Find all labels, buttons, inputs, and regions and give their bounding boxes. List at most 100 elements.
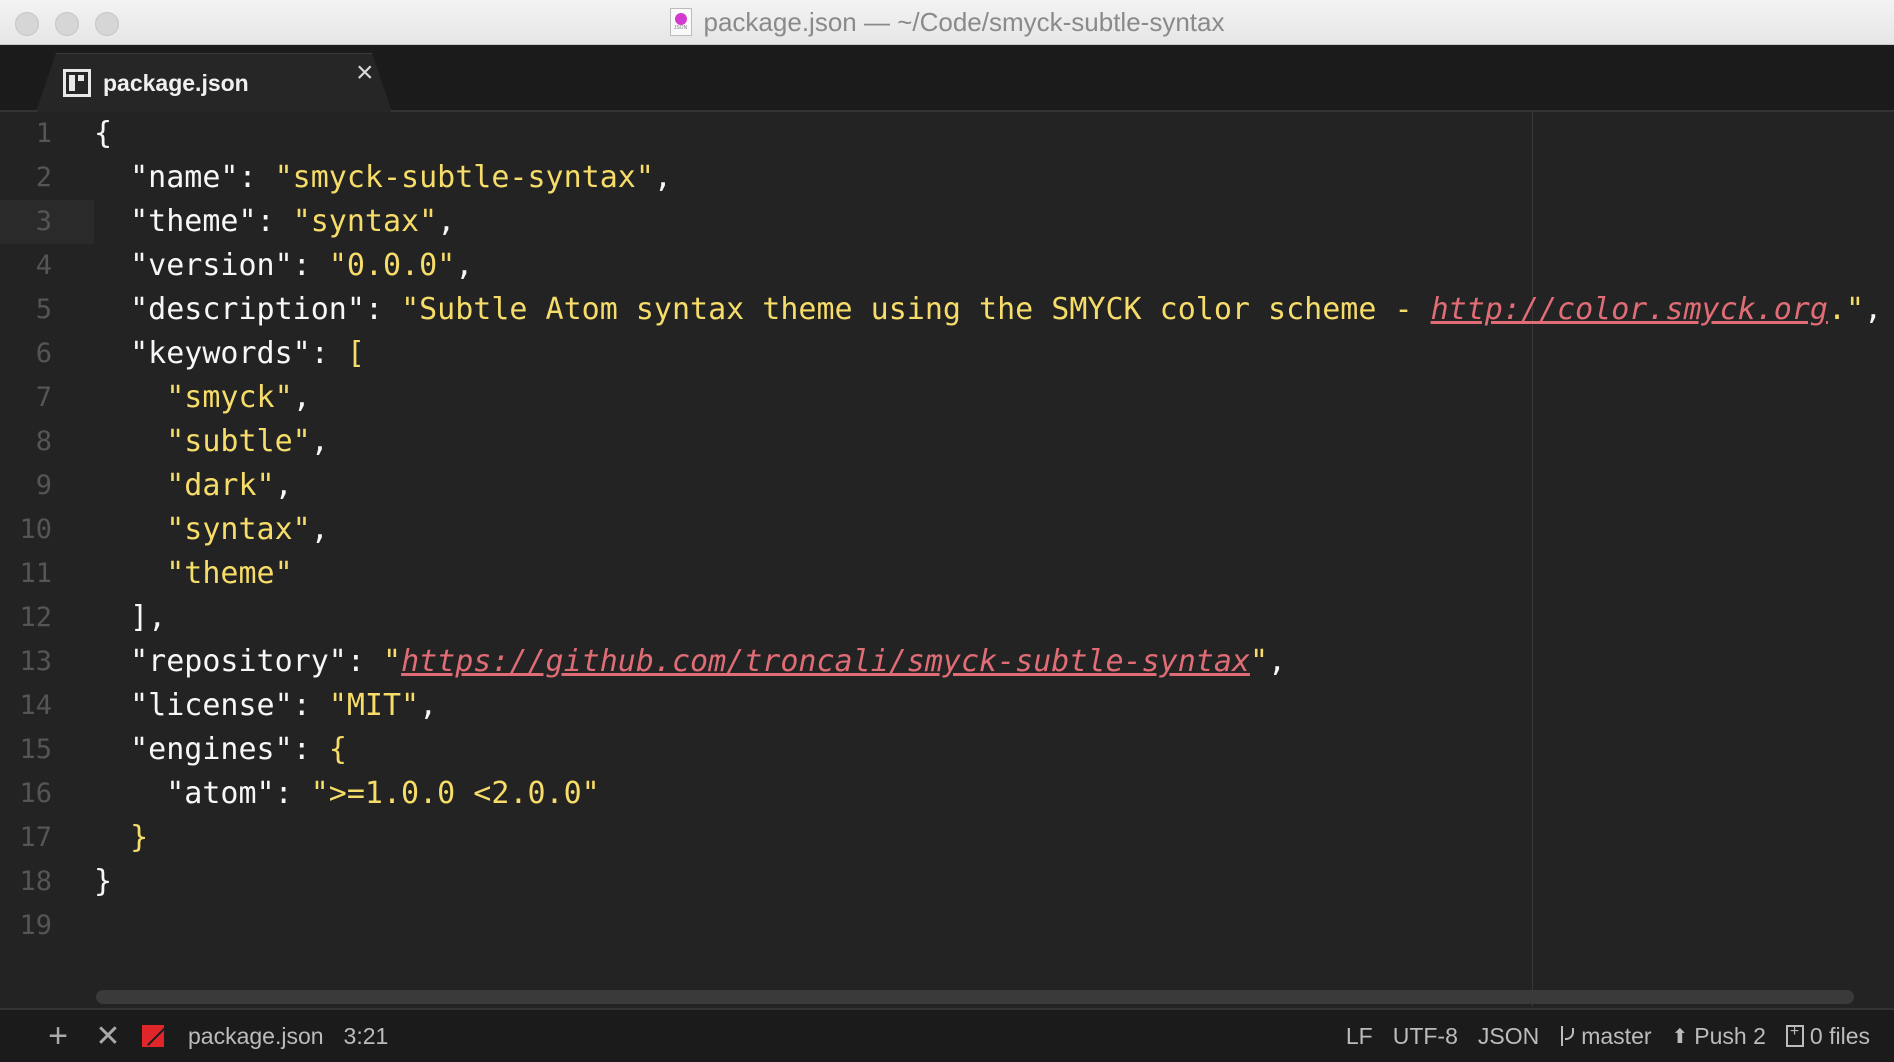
line-number: 4 (35, 250, 52, 281)
add-icon[interactable]: + (44, 1017, 72, 1056)
code-line[interactable]: { (94, 112, 112, 156)
json-string: "syntax" (166, 512, 311, 547)
code-line[interactable]: } (94, 816, 148, 860)
git-push[interactable]: ⬆ Push 2 (1672, 1023, 1766, 1050)
line-number: 9 (35, 470, 52, 501)
punctuation: , (1864, 292, 1883, 327)
separator: : (256, 204, 293, 239)
line-number: 8 (35, 426, 52, 457)
code-line[interactable]: "theme": "syntax", (94, 200, 455, 244)
lint-status-icon[interactable] (142, 1025, 164, 1047)
json-string: "0.0.0" (328, 248, 456, 283)
json-string: "dark" (166, 468, 275, 503)
diff-file-icon (1785, 1023, 1804, 1047)
json-key: "theme" (130, 204, 257, 239)
cursor-position[interactable]: 3:21 (344, 1023, 389, 1050)
punctuation: , (419, 688, 438, 723)
json-string: "smyck" (166, 380, 293, 415)
editor-pane[interactable]: 1 2 3 4 5 6 7 8 9 10 11 12 13 14 15 16 17 18 19 { "name": … (0, 112, 1894, 1007)
url-link[interactable]: http://color.smyck.org (1431, 292, 1828, 327)
changed-files[interactable]: 0 files (1785, 1022, 1870, 1050)
grammar-selector[interactable]: JSON (1478, 1023, 1539, 1050)
code-line[interactable]: ], (94, 596, 166, 640)
horizontal-scrollbar[interactable] (96, 990, 1854, 1004)
line-number: 19 (19, 910, 52, 941)
json-string: "theme" (166, 556, 293, 591)
editor-window: JSON package.json — ~/Code/smyck-subtle-… (0, 0, 1894, 1062)
line-ending-selector[interactable]: LF (1346, 1023, 1373, 1050)
separator: : (292, 688, 329, 723)
json-key: "description" (130, 292, 365, 327)
code-line[interactable]: "license": "MIT", (94, 684, 437, 728)
punctuation: , (310, 424, 329, 459)
json-string: "Subtle Atom syntax theme using the SMYC… (401, 292, 1431, 327)
code-line[interactable]: "theme" (94, 552, 293, 596)
code-line[interactable]: "atom": ">=1.0.0 <2.0.0" (94, 772, 600, 816)
status-bar: + ✕ package.json 3:21 LF UTF-8 JSON mast… (0, 1008, 1894, 1062)
json-string: ">=1.0.0 <2.0.0" (310, 776, 600, 811)
line-number: 2 (35, 162, 52, 193)
punctuation: , (310, 512, 329, 547)
tab-close-icon[interactable]: × (356, 57, 374, 89)
code-line[interactable]: "version": "0.0.0", (94, 244, 473, 288)
separator: : (292, 732, 329, 767)
line-number: 3 (35, 206, 52, 237)
separator: : (274, 776, 311, 811)
url-link[interactable]: https://github.com/troncali/smyck-subtle… (401, 644, 1250, 679)
json-key: "repository" (130, 644, 347, 679)
json-string: " (383, 644, 402, 679)
punctuation: , (455, 248, 474, 283)
line-number: 14 (19, 690, 52, 721)
code-line[interactable]: "description": "Subtle Atom syntax theme… (94, 288, 1882, 332)
punctuation: { (94, 116, 113, 151)
files-label: 0 files (1809, 1022, 1870, 1049)
code-line[interactable]: "syntax", (94, 508, 329, 552)
code-line[interactable]: "subtle", (94, 420, 329, 464)
punctuation: ], (130, 600, 167, 635)
code-line[interactable]: "keywords": [ (94, 332, 365, 376)
separator: : (310, 336, 347, 371)
encoding-selector[interactable]: UTF-8 (1393, 1023, 1458, 1050)
separator: : (292, 248, 329, 283)
punctuation: , (653, 160, 672, 195)
separator: : (238, 160, 275, 195)
json-string: "smyck-subtle-syntax" (274, 160, 654, 195)
code-line[interactable]: } (94, 860, 112, 904)
code-line[interactable]: "engines": { (94, 728, 347, 772)
json-key: "license" (130, 688, 293, 723)
line-number: 11 (19, 558, 52, 589)
json-string: " (1249, 644, 1269, 679)
code-line[interactable]: "name": "smyck-subtle-syntax", (94, 156, 672, 200)
wrap-guide (1532, 112, 1533, 1007)
book-icon (63, 69, 91, 97)
line-number: 6 (35, 338, 52, 369)
branch-label: master (1581, 1022, 1652, 1049)
line-number: 13 (19, 646, 52, 677)
code-line[interactable]: "repository": "https://github.com/tronca… (94, 640, 1286, 684)
json-file-icon: JSON (669, 8, 692, 36)
tab-package-json[interactable]: package.json (36, 53, 392, 112)
bracket: { (328, 732, 347, 767)
status-file-name[interactable]: package.json (188, 1023, 324, 1050)
code-line[interactable]: "dark", (94, 464, 292, 508)
line-number: 15 (19, 734, 52, 765)
code-line[interactable]: "smyck", (94, 376, 311, 420)
line-number: 5 (35, 294, 52, 325)
git-branch[interactable]: master (1559, 1022, 1652, 1050)
line-number: 17 (19, 822, 52, 853)
arrow-up-icon: ⬆ (1671, 1025, 1689, 1048)
close-icon[interactable]: ✕ (94, 1019, 122, 1054)
punctuation: } (94, 864, 113, 899)
punctuation: , (1268, 644, 1287, 679)
